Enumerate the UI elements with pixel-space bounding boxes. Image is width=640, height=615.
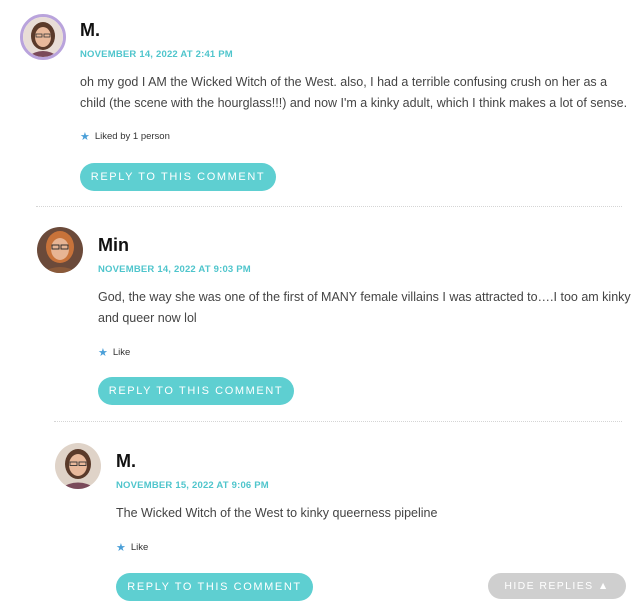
comment-date[interactable]: NOVEMBER 14, 2022 AT 2:41 PM [80,49,233,60]
comment-date[interactable]: NOVEMBER 14, 2022 AT 9:03 PM [98,264,251,275]
comment-text-line: oh my god I AM the Wicked Witch of the W… [80,75,608,89]
comment-text-line: and queer now lol [98,311,197,325]
comment-date[interactable]: NOVEMBER 15, 2022 AT 9:06 PM [116,480,269,491]
comment-text-line: God, the way she was one of the first of… [98,290,631,304]
comment-text-line: child (the scene with the hourglass!!!) … [80,96,628,110]
avatar[interactable] [55,443,101,489]
comment-author[interactable]: Min [98,235,129,256]
hide-replies-button[interactable]: HIDE REPLIES ▲ [488,573,626,599]
like-widget[interactable]: ★ Liked by 1 person [80,130,170,143]
reply-button[interactable]: REPLY TO THIS COMMENT [98,377,294,405]
star-icon: ★ [98,347,108,359]
like-label: Liked by 1 person [94,131,170,142]
comment-divider [36,206,622,207]
star-icon: ★ [116,542,126,554]
comment-author[interactable]: M. [80,20,100,41]
avatar[interactable] [20,14,66,60]
star-icon: ★ [80,131,90,143]
comment-divider [54,421,622,422]
like-widget[interactable]: ★ Like [116,541,148,554]
avatar[interactable] [37,227,83,273]
like-label: Like [112,347,131,358]
reply-button[interactable]: REPLY TO THIS COMMENT [80,163,276,191]
comment-text-line: The Wicked Witch of the West to kinky qu… [116,506,438,520]
reply-button[interactable]: REPLY TO THIS COMMENT [116,573,313,601]
like-widget[interactable]: ★ Like [98,346,130,359]
like-label: Like [130,542,149,553]
comment-author[interactable]: M. [116,451,136,472]
